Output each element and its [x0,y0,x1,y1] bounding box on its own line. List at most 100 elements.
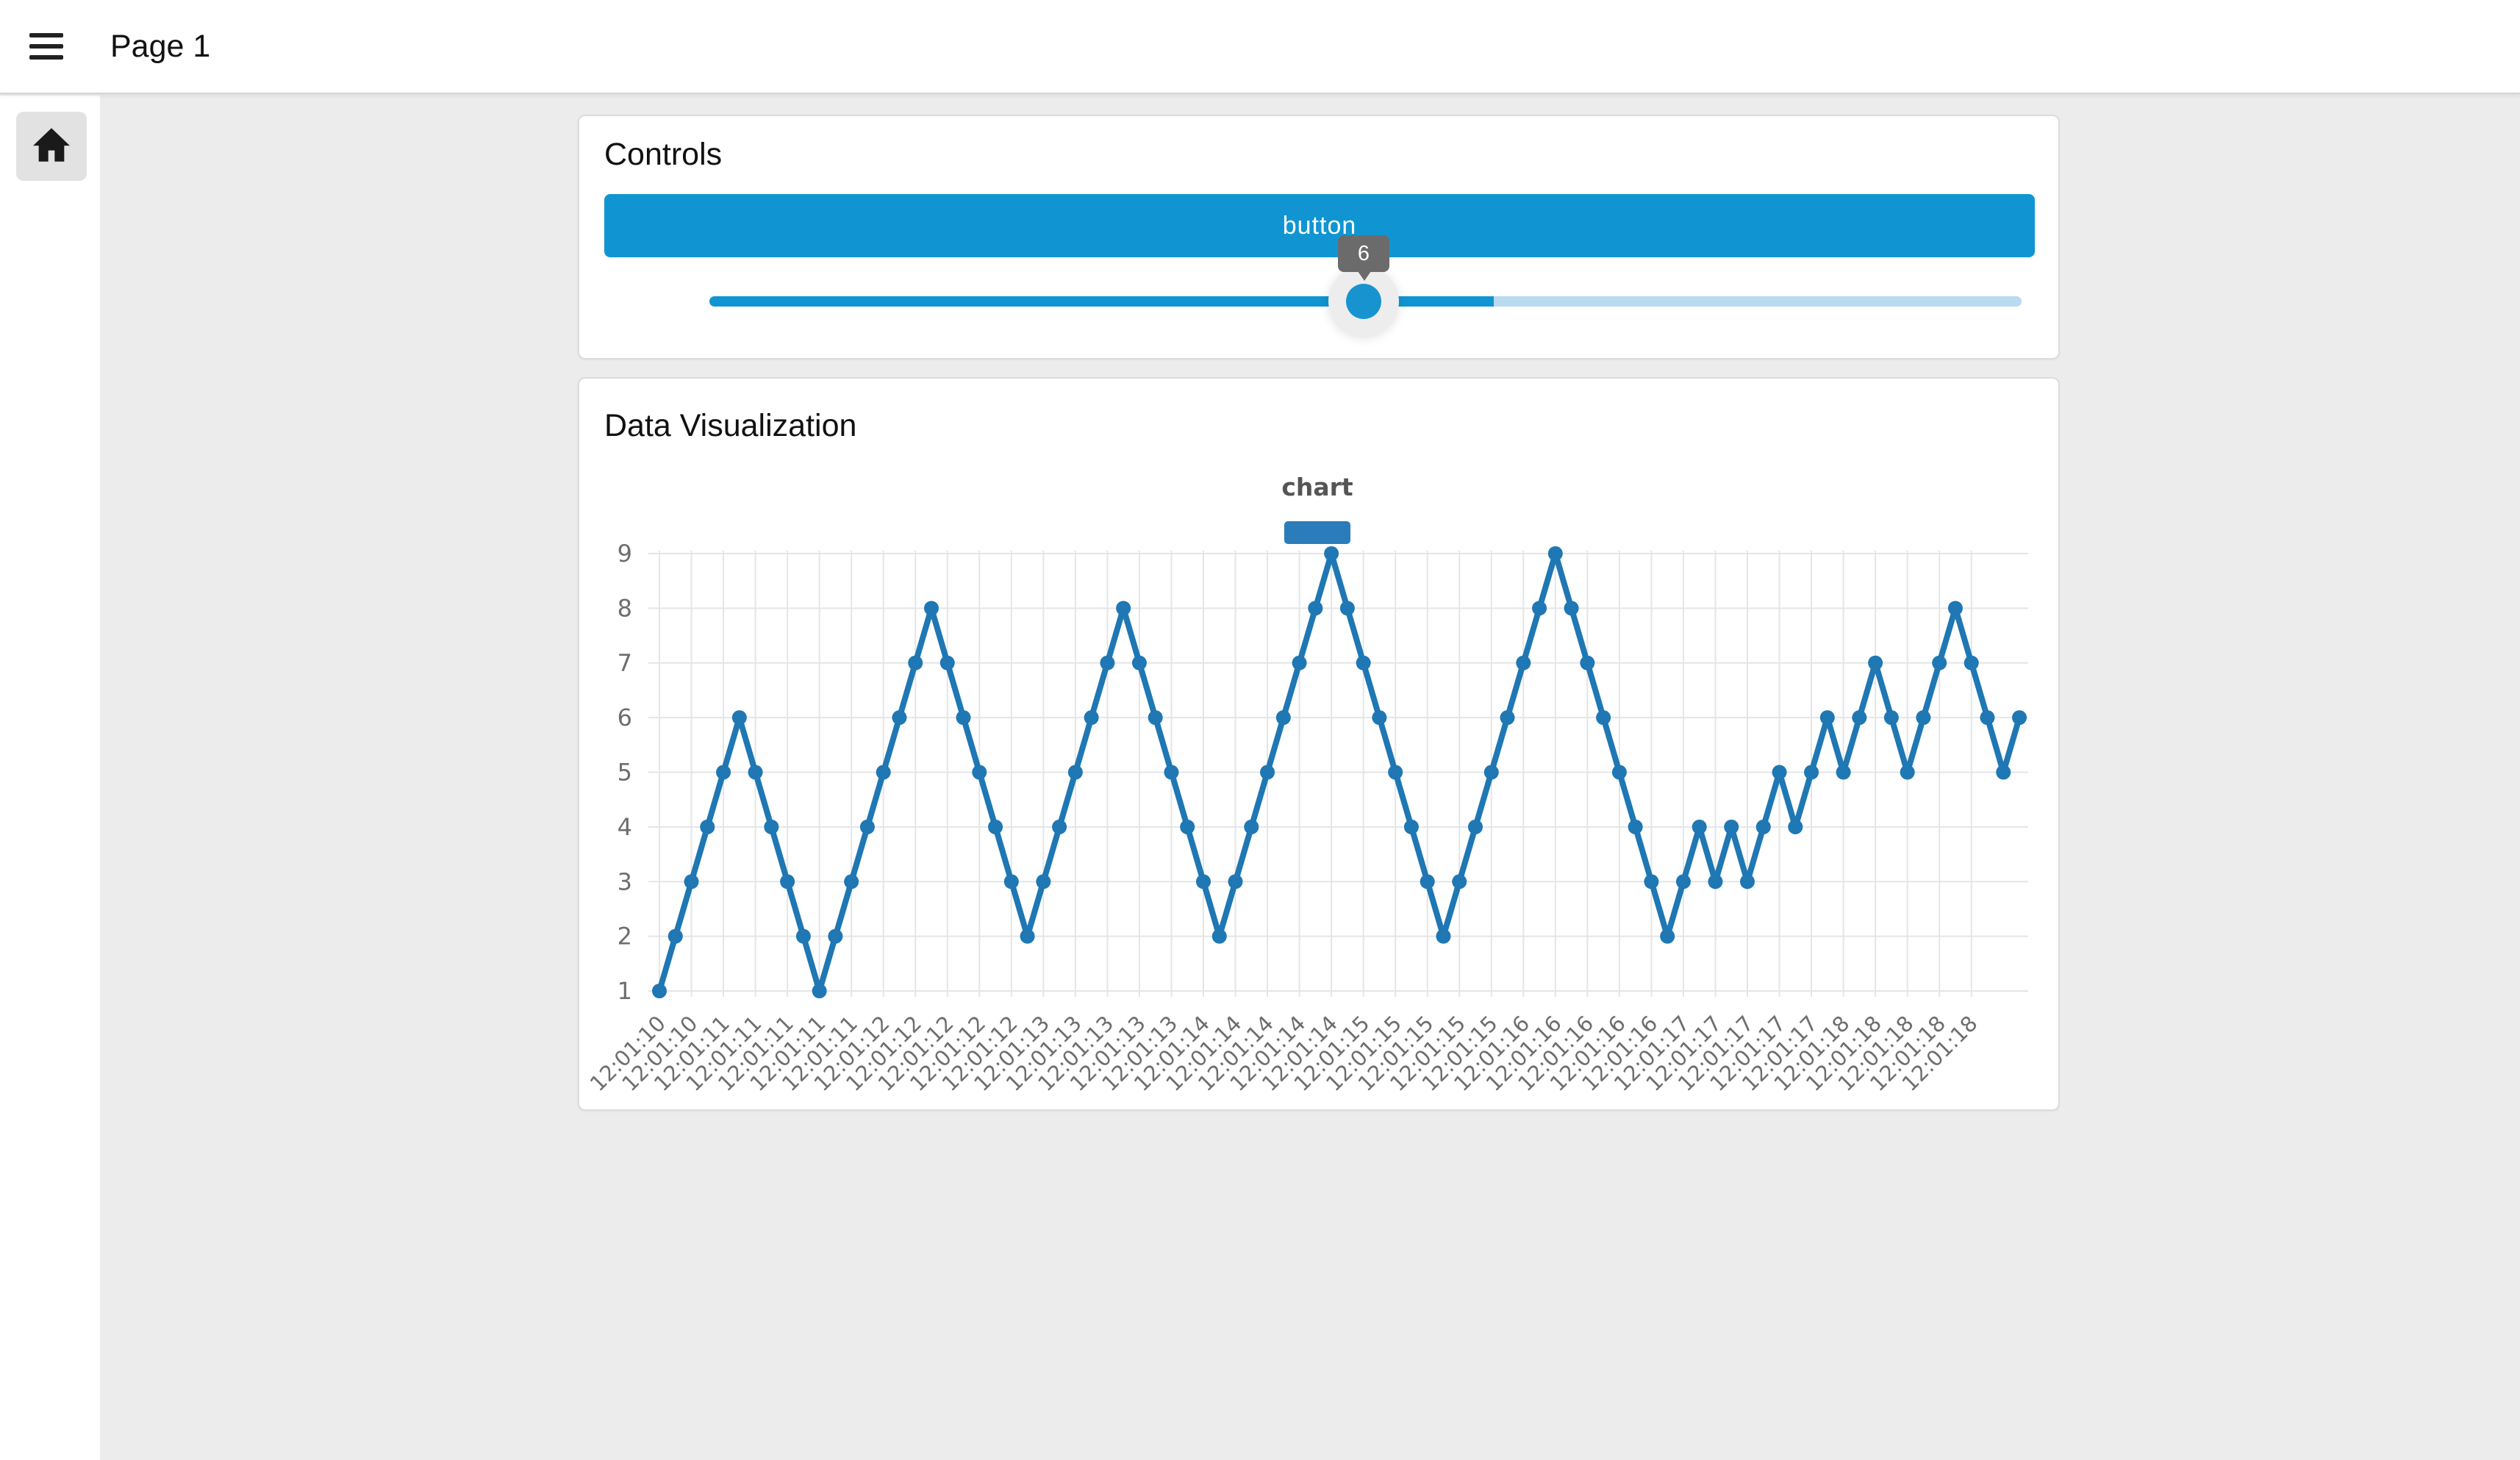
data-point [1788,820,1803,834]
home-icon [32,126,71,168]
data-point [1964,656,1979,670]
data-point [1116,601,1131,615]
data-point [1612,765,1627,780]
data-point [1580,656,1594,670]
data-point [1756,820,1771,834]
data-point [812,984,827,998]
data-point [1916,710,1930,725]
data-point [1692,820,1707,834]
data-point [1084,710,1099,725]
controls-card: Controls button slider 6 [578,115,2060,359]
data-point [1548,546,1563,561]
sidebar-item-home[interactable] [16,112,87,181]
data-point [940,656,955,670]
slider-row: slider 6 [579,116,2058,358]
data-point [1500,710,1515,725]
data-point [1676,874,1691,889]
data-point [972,765,987,780]
chart-title: chart [1281,473,1353,501]
data-point [1884,710,1899,725]
data-point [1132,656,1147,670]
data-point [1340,601,1355,615]
data-point [1420,874,1435,889]
data-point [1004,874,1019,889]
data-point [1596,710,1611,725]
data-point [1532,601,1547,615]
y-axis-tick-label: 8 [618,594,632,622]
data-point [1740,874,1755,889]
data-point [652,984,667,998]
data-point [1324,546,1339,561]
data-point [1628,820,1643,834]
data-point [1052,820,1067,834]
data-point [908,656,923,670]
slider-handle[interactable] [1346,284,1381,319]
data-point [892,710,906,725]
data-point [1452,874,1467,889]
top-app-bar: Page 1 [0,0,2520,94]
y-axis-tick-label: 3 [618,867,632,895]
data-point [1804,765,1819,780]
data-point [684,874,699,889]
data-point [876,765,891,780]
data-point [1036,874,1050,889]
data-point [1900,765,1915,780]
y-axis-tick-label: 7 [618,649,632,677]
data-point [1948,601,1963,615]
data-point [1772,765,1787,780]
data-point [1436,929,1450,944]
data-point [1820,710,1835,725]
data-point [1484,765,1499,780]
data-point [668,929,683,944]
line-chart: chart12345678912:01:1012:01:1012:01:1112… [579,379,2061,1112]
data-point [796,929,811,944]
data-point [700,820,715,834]
data-point [1068,765,1083,780]
data-point [828,929,842,944]
data-point [1356,656,1371,670]
data-point [1868,656,1883,670]
data-point [1724,820,1739,834]
y-axis-tick-label: 4 [618,813,632,841]
y-axis-tick-label: 9 [618,540,632,568]
data-point [1564,601,1579,615]
data-point [988,820,1003,834]
data-point [1932,656,1947,670]
data-point [860,820,875,834]
data-point [1276,710,1291,725]
data-point [1372,710,1386,725]
data-point [1260,765,1275,780]
data-point [748,765,763,780]
data-point [1148,710,1163,725]
y-axis-tick-label: 6 [618,704,632,731]
data-point [1228,874,1243,889]
hamburger-icon[interactable] [29,23,76,70]
data-point [844,874,859,889]
y-axis-tick-label: 2 [618,923,632,951]
data-point [1196,874,1211,889]
data-point [924,601,939,615]
data-point [1164,765,1178,780]
slider-value-tooltip: 6 [1338,235,1389,272]
data-point [1292,656,1307,670]
data-point [716,765,731,780]
data-point [1244,820,1259,834]
data-point [1212,929,1227,944]
data-point [1308,601,1322,615]
data-point [1404,820,1419,834]
data-point [1468,820,1483,834]
data-point [1852,710,1866,725]
page-title: Page 1 [110,29,210,65]
data-point [1708,874,1722,889]
data-point [1980,710,1994,725]
data-point [2012,710,2027,725]
data-point [764,820,778,834]
data-point [1100,656,1114,670]
data-point [1660,929,1675,944]
y-axis-tick-label: 5 [618,759,632,787]
data-point [956,710,971,725]
data-point [1644,874,1658,889]
data-point [1996,765,2011,780]
sidebar [0,96,100,1460]
data-point [1388,765,1403,780]
